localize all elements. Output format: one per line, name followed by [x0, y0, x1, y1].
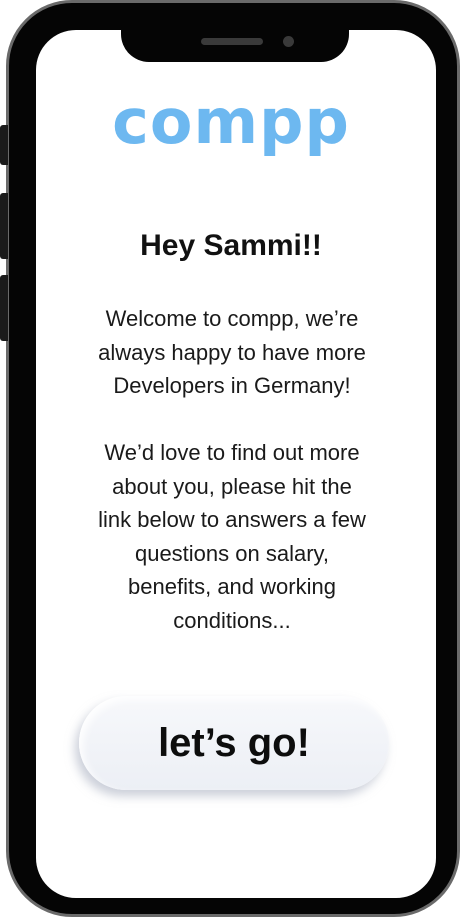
notch [121, 30, 349, 62]
survey-line: conditions... [173, 607, 291, 633]
survey-line: questions on salary, [134, 540, 330, 566]
survey-line: link below to answers a few [98, 507, 366, 532]
welcome-line: Welcome to compp, we’re [105, 306, 359, 331]
speaker-icon [201, 38, 263, 45]
app-logo: compp [112, 85, 350, 158]
survey-line: about you, please hit the [112, 473, 352, 499]
welcome-message: Welcome to compp, we’re always happy to … [60, 302, 404, 403]
survey-line: benefits, and working [128, 574, 336, 599]
lets-go-button-label: let’s go! [158, 720, 310, 765]
welcome-line: always happy to have more [98, 339, 366, 365]
camera-icon [283, 36, 294, 47]
greeting-heading: Hey Sammi!! [140, 229, 322, 262]
survey-message: We’d love to find out more about you, pl… [60, 436, 404, 637]
welcome-line: Developers in Germany! [113, 373, 351, 398]
lets-go-button[interactable]: let’s go! [79, 696, 389, 790]
volume-down-button [0, 275, 8, 341]
survey-line: We’d love to find out more [104, 440, 360, 465]
